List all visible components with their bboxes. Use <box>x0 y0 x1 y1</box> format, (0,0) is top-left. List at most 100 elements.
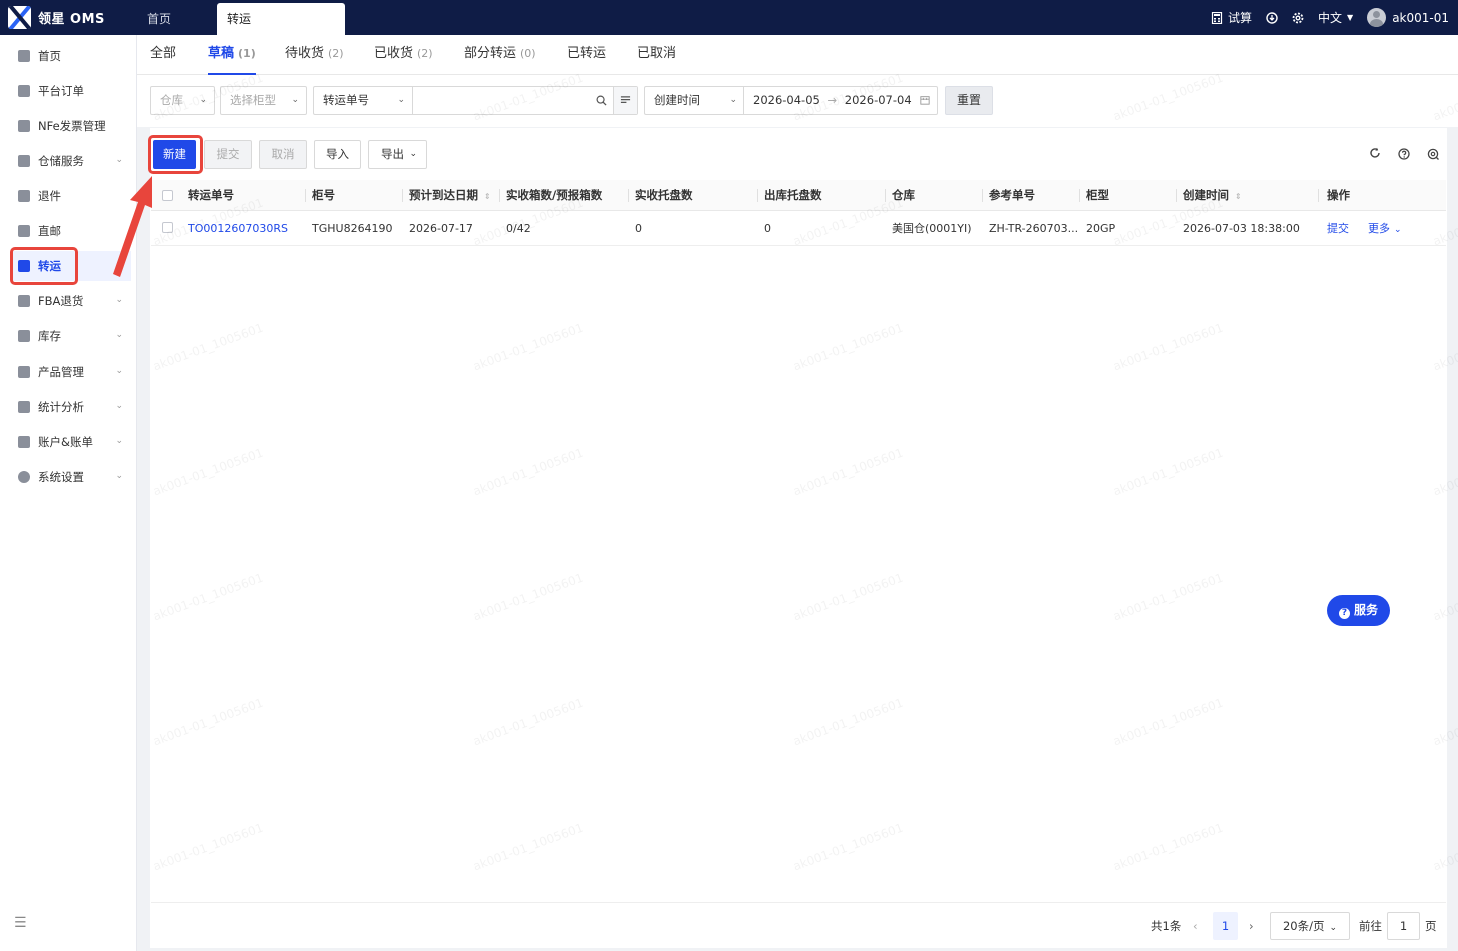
chevron-down-icon: ⌄ <box>115 295 123 305</box>
cancel-button[interactable]: 取消 <box>259 140 307 169</box>
goto-label: 前往 <box>1359 919 1382 933</box>
row-submit-link[interactable]: 提交 <box>1327 211 1349 246</box>
sidebar-item-label: FBA退货 <box>38 294 84 308</box>
created-time: 2026-07-03 18:38:00 <box>1183 222 1300 235</box>
tab-transferred[interactable]: 已转运 <box>567 35 606 75</box>
search-field-select[interactable]: 转运单号 ⌄ <box>313 86 412 115</box>
import-button[interactable]: 导入 <box>314 140 361 169</box>
sidebar-item-label: NFe发票管理 <box>38 119 106 133</box>
stats-icon <box>18 401 30 413</box>
time-field-select[interactable]: 创建时间 ⌄ <box>644 86 744 115</box>
tab-home[interactable]: 首页 <box>137 3 215 35</box>
settings-button[interactable] <box>1292 12 1304 24</box>
sidebar-item-system-settings[interactable]: 系统设置 ⌄ <box>10 462 131 492</box>
product-icon <box>18 366 30 378</box>
sidebar-item-fba-returns[interactable]: FBA退货 ⌄ <box>10 286 131 316</box>
page-size-select[interactable]: 20条/页 ⌄ <box>1270 912 1350 940</box>
row-checkbox[interactable] <box>162 222 173 233</box>
th-eta[interactable]: 预计到达日期 ⇕ <box>409 180 491 211</box>
sidebar-item-products[interactable]: 产品管理 ⌄ <box>10 357 131 387</box>
tab-received[interactable]: 已收货 (2) <box>374 35 433 75</box>
gear-icon <box>1292 12 1304 23</box>
sidebar-item-warehouse-service[interactable]: 仓储服务 ⌄ <box>10 146 131 176</box>
sidebar-item-label: 直邮 <box>38 224 61 238</box>
th-pallets-out: 出库托盘数 <box>764 188 822 202</box>
download-button[interactable] <box>1266 11 1278 24</box>
column-settings-icon[interactable] <box>1427 148 1439 160</box>
chevron-down-icon: ▼ <box>1347 13 1354 22</box>
sort-icon[interactable]: ⇕ <box>484 192 491 201</box>
sidebar-item-label: 平台订单 <box>38 84 84 98</box>
warehouse-icon <box>18 155 30 167</box>
tab-label: 已取消 <box>637 46 677 61</box>
sidebar-item-direct-mail[interactable]: 直邮 <box>10 216 131 246</box>
user-name: ak001-01 <box>1392 10 1449 25</box>
sidebar-item-label: 账户&账单 <box>38 435 93 449</box>
th-boxes: 实收箱数/预报箱数 <box>506 188 603 202</box>
th-container-no: 柜号 <box>312 188 335 202</box>
tab-cancelled[interactable]: 已取消 <box>637 35 676 75</box>
goto-page-input[interactable]: 1 <box>1387 912 1420 940</box>
service-button[interactable]: ? 服务 <box>1327 595 1390 626</box>
submit-button[interactable]: 提交 <box>204 140 252 169</box>
menu-collapse-icon[interactable]: ☰ <box>14 915 27 931</box>
sidebar-item-home[interactable]: 首页 <box>10 41 131 71</box>
avatar <box>1367 8 1387 27</box>
trial-calc-button[interactable]: 试算 <box>1211 9 1252 26</box>
sidebar-item-statistics[interactable]: 统计分析 ⌄ <box>10 392 131 422</box>
sidebar-item-returns[interactable]: 退件 <box>10 181 131 211</box>
row-more-menu[interactable]: 更多 ⌄ <box>1368 211 1402 246</box>
tab-label: 草稿 <box>208 46 235 61</box>
sidebar-item-platform-orders[interactable]: 平台订单 <box>10 76 131 106</box>
date-range-picker[interactable]: 2026-04-05 → 2026-07-04 <box>743 86 938 115</box>
refresh-icon[interactable] <box>1369 147 1381 159</box>
th-created[interactable]: 创建时间 ⇕ <box>1183 180 1242 211</box>
direct-mail-icon <box>18 225 30 237</box>
sidebar-item-inventory[interactable]: 库存 ⌄ <box>10 321 131 351</box>
search-input[interactable] <box>412 86 638 115</box>
container-type-select[interactable]: 选择柜型 ⌄ <box>220 86 307 115</box>
prev-page-icon[interactable]: ‹ <box>1193 903 1198 949</box>
select-all-checkbox[interactable] <box>162 190 173 201</box>
tab-partial-transfer[interactable]: 部分转运 (0) <box>464 35 536 75</box>
th-actions: 操作 <box>1327 188 1350 202</box>
tab-all[interactable]: 全部 <box>150 35 176 75</box>
home-icon <box>18 50 30 62</box>
sidebar-item-label: 系统设置 <box>38 470 84 484</box>
next-page-icon[interactable]: › <box>1249 903 1254 949</box>
sort-icon[interactable]: ⇕ <box>1235 192 1242 201</box>
filter-bar: 仓库 ⌄ 选择柜型 ⌄ 转运单号 ⌄ 创建时间 ⌄ 2026-04-05 → 2026-… <box>137 75 1458 127</box>
table-header: 转运单号 柜号 预计到达日期 ⇕ 实收箱数/预报箱数 实收托盘数 出库托盘数 仓库… <box>151 180 1446 211</box>
tab-draft[interactable]: 草稿 (1) <box>208 35 256 75</box>
highlight-new-button <box>148 135 203 174</box>
tab-label: 已收货 <box>374 46 414 61</box>
th-container-type: 柜型 <box>1086 188 1109 202</box>
language-select[interactable]: 中文 ▼ <box>1318 9 1353 26</box>
warehouse: 美国仓(0001YI) <box>892 222 972 235</box>
sidebar-item-nfe-invoice[interactable]: NFe发票管理 <box>10 111 131 141</box>
language-label: 中文 <box>1318 11 1343 25</box>
export-label: 导出 <box>381 147 404 161</box>
batch-search-icon[interactable] <box>613 87 637 114</box>
tab-label: 部分转运 <box>464 46 517 61</box>
order-no-link[interactable]: TO0012607030RS <box>188 211 288 246</box>
chevron-down-icon: ⌄ <box>115 436 123 446</box>
export-button[interactable]: 导出 ⌄ <box>368 140 427 169</box>
date-start: 2026-04-05 <box>753 93 820 107</box>
tab-transfer[interactable]: 转运 <box>217 3 345 35</box>
tab-pending-receipt[interactable]: 待收货 (2) <box>285 35 344 75</box>
user-menu[interactable]: ak001-01 <box>1367 8 1449 27</box>
pallets-received: 0 <box>635 222 642 235</box>
status-tabs: 全部 草稿 (1) 待收货 (2) 已收货 (2) 部分转运 (0) 已转运 已取消 <box>137 35 1458 75</box>
download-icon <box>1266 11 1278 24</box>
order-icon <box>18 85 30 97</box>
reset-button[interactable]: 重置 <box>945 86 993 115</box>
search-icon[interactable] <box>596 95 607 106</box>
warehouse-select[interactable]: 仓库 ⌄ <box>150 86 215 115</box>
help-icon[interactable] <box>1398 148 1410 160</box>
app-logo[interactable]: 领星 OMS <box>8 5 105 29</box>
chevron-down-icon: ⌄ <box>729 95 737 105</box>
sidebar-item-label: 首页 <box>38 49 61 63</box>
page-number[interactable]: 1 <box>1213 912 1238 940</box>
sidebar-item-account-billing[interactable]: 账户&账单 ⌄ <box>10 427 131 457</box>
